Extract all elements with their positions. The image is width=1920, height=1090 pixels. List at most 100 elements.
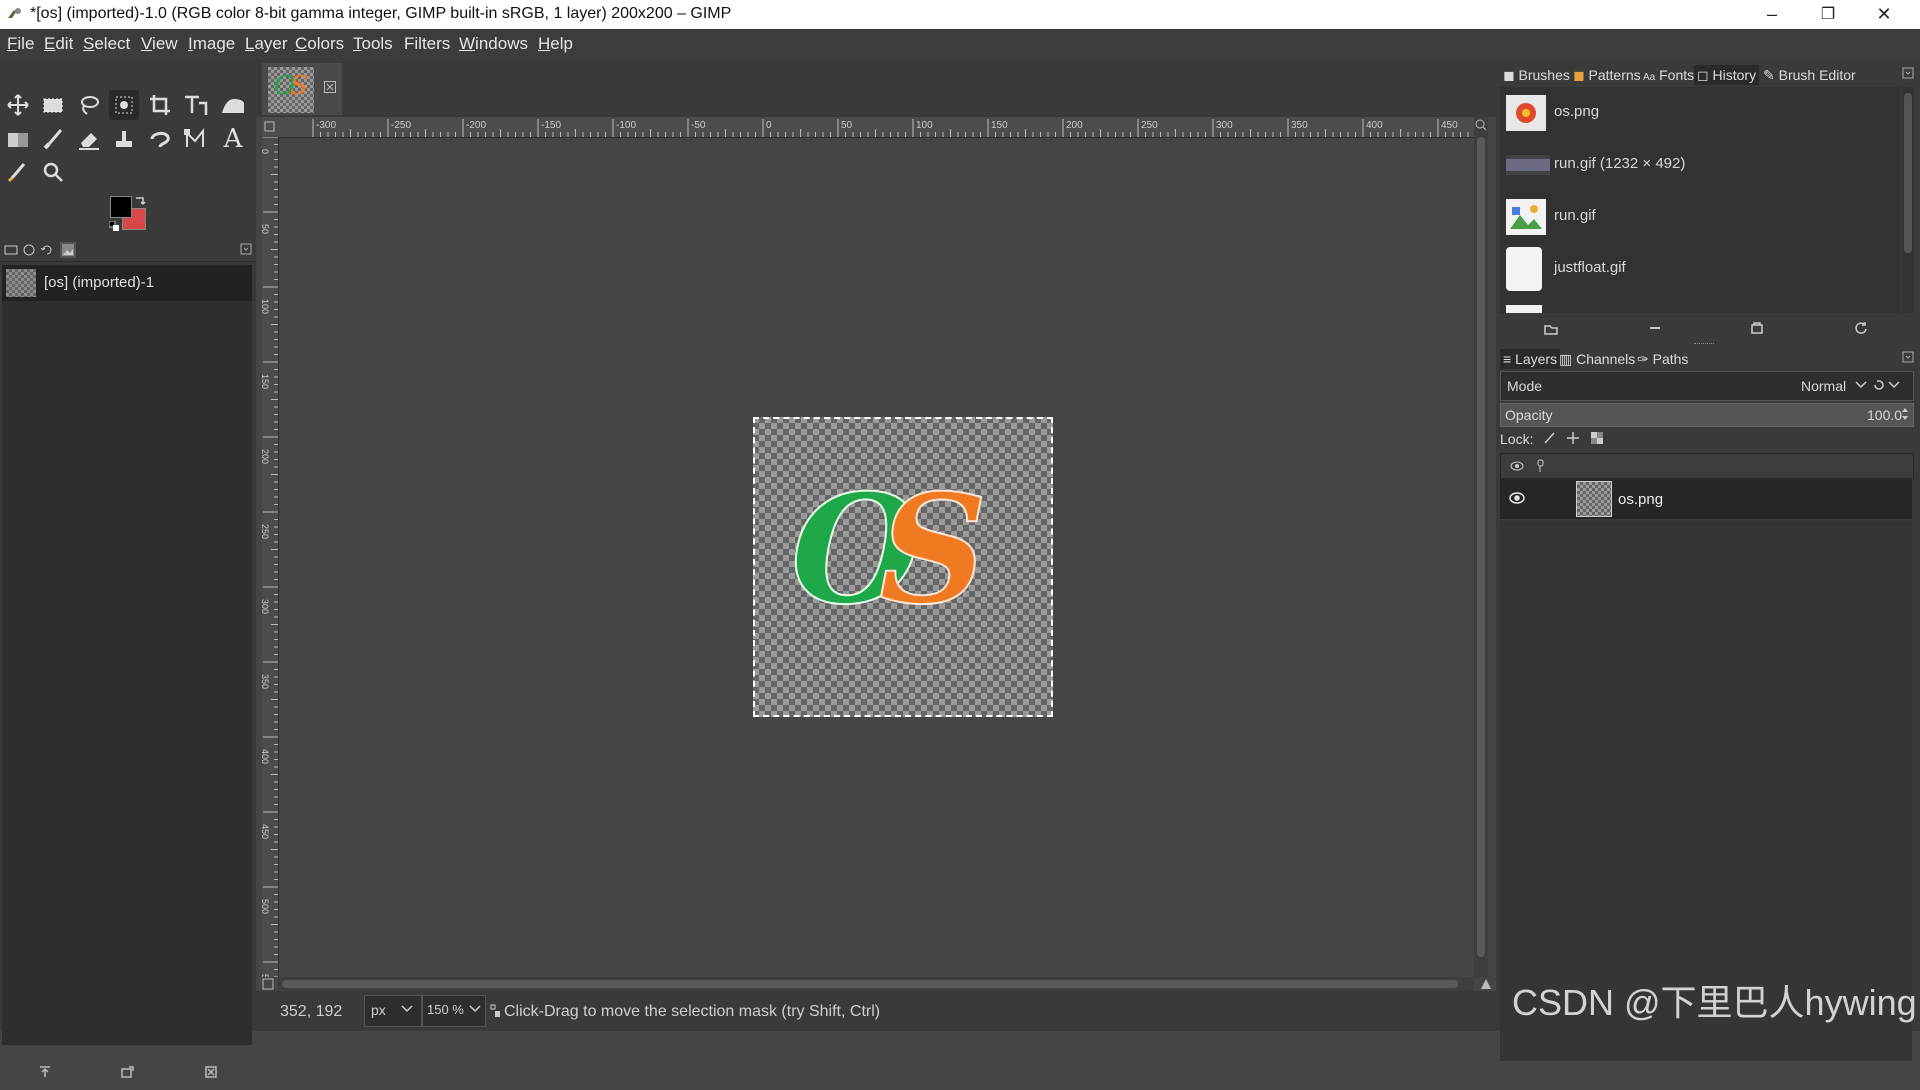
lock-row: Lock: <box>1500 429 1912 449</box>
unified-transform-tool-icon[interactable] <box>180 90 210 120</box>
menu-tools[interactable]: Tools <box>353 34 393 54</box>
menu-image[interactable]: Image <box>188 34 235 54</box>
lasso-tool-icon[interactable] <box>74 90 104 120</box>
smudge-tool-icon[interactable] <box>145 124 175 154</box>
close-button[interactable]: ✕ <box>1856 0 1912 29</box>
paths-tool-icon[interactable] <box>180 124 210 154</box>
vertical-scrollbar-thumb[interactable] <box>1477 137 1485 957</box>
horizontal-scrollbar-thumb[interactable] <box>282 980 1458 988</box>
tab-brushes[interactable]: ◼ Brushes <box>1500 65 1573 85</box>
clear-history-icon[interactable] <box>1750 321 1764 335</box>
refresh-icon[interactable] <box>1854 321 1868 335</box>
menu-view[interactable]: View <box>141 34 178 54</box>
dock-menu-icon[interactable] <box>1902 67 1914 79</box>
images-bottom-buttons <box>0 1059 256 1090</box>
tab-history[interactable]: ◻ History <box>1694 65 1760 85</box>
open-image-icon[interactable] <box>1544 321 1558 335</box>
lock-pixels-icon[interactable] <box>1542 431 1556 445</box>
delete-image-icon[interactable] <box>204 1065 218 1079</box>
menu-select[interactable]: Select <box>83 34 130 54</box>
image-tab[interactable]: O S <box>262 63 342 115</box>
tool-options-tab-icon[interactable] <box>4 243 18 257</box>
zoom-select[interactable]: 150 % <box>422 995 486 1027</box>
visibility-header-icon[interactable] <box>1509 459 1525 473</box>
list-item[interactable]: [os] (imported)-1 <box>2 265 252 301</box>
vertical-ruler[interactable]: 0 50 100 150 200 250 300 350 400 450 500 550 <box>262 137 279 977</box>
dock-menu-icon[interactable] <box>240 243 252 255</box>
history-item-label: os.png <box>1554 103 1600 120</box>
paintbrush-tool-icon[interactable] <box>38 124 68 154</box>
eraser-tool-icon[interactable] <box>74 124 104 154</box>
layer-name: os.png <box>1618 491 1664 508</box>
menu-filters[interactable]: Filters <box>404 34 450 54</box>
new-view-icon[interactable] <box>120 1065 134 1079</box>
canvas-horizontal-scrollbar[interactable] <box>262 977 1491 991</box>
maximize-button[interactable]: ❐ <box>1800 0 1856 29</box>
gradient-tool-icon[interactable] <box>3 124 33 154</box>
mode-label: Mode <box>1507 378 1543 394</box>
rect-select-tool-icon[interactable] <box>38 90 68 120</box>
undo-history-tab-icon[interactable] <box>40 243 54 257</box>
dock-menu-icon[interactable] <box>1902 351 1914 363</box>
color-picker-tool-icon[interactable] <box>3 157 33 187</box>
list-item[interactable]: os.png <box>1500 87 1900 139</box>
default-colors-icon[interactable] <box>109 221 119 231</box>
zoom-select-value: 150 % <box>427 1002 464 1017</box>
menu-layer[interactable]: Layer <box>245 34 288 54</box>
device-status-tab-icon[interactable] <box>22 243 36 257</box>
zoom-fit-icon[interactable] <box>1475 119 1487 131</box>
text-tool-icon[interactable]: A <box>218 124 248 154</box>
image-thumbnail <box>6 269 36 297</box>
remove-entry-icon[interactable] <box>1648 321 1662 335</box>
image-layer-canvas[interactable]: O S <box>753 417 1053 717</box>
menu-help[interactable]: Help <box>538 34 573 54</box>
fuzzy-select-tool-icon[interactable] <box>109 90 139 120</box>
tab-paths[interactable]: ✑ Paths <box>1634 349 1691 369</box>
layer-mode-select[interactable]: Mode Normal <box>1500 371 1914 401</box>
list-item[interactable]: run.gif <box>1500 191 1900 243</box>
layer-row[interactable]: os.png <box>1500 479 1912 519</box>
swap-colors-icon[interactable] <box>134 196 146 206</box>
warp-transform-tool-icon[interactable] <box>218 90 248 120</box>
tab-brush-editor[interactable]: ✎ Brush Editor <box>1760 65 1859 85</box>
clone-tool-icon[interactable] <box>109 124 139 154</box>
minimize-button[interactable]: – <box>1744 0 1800 29</box>
crop-tool-icon[interactable] <box>145 90 175 120</box>
menu-file[interactable]: File <box>7 34 34 54</box>
ruler-corner-icon[interactable] <box>262 117 278 137</box>
unit-select[interactable]: px <box>364 995 422 1027</box>
tab-channels[interactable]: ▥ Channels <box>1556 349 1638 369</box>
list-item[interactable]: justfloat.gif <box>1500 243 1900 295</box>
tab-patterns[interactable]: ◼ Patterns <box>1570 65 1644 85</box>
horizontal-ruler-ticks: -300 -250 -200 -150 -100 -50 0 50 100 150 200 250 30… <box>312 119 1469 137</box>
zoom-tool-icon[interactable] <box>38 157 68 187</box>
spin-arrows-icon[interactable] <box>1901 407 1909 421</box>
opacity-slider[interactable]: Opacity 100.0 <box>1500 403 1914 427</box>
foreground-color-swatch[interactable] <box>110 196 132 218</box>
menu-windows[interactable]: Windows <box>459 34 528 54</box>
list-item[interactable]: run.gif (1232 × 492) <box>1500 139 1900 191</box>
mode-reset-icon[interactable] <box>1873 378 1901 392</box>
lock-position-icon[interactable] <box>1566 431 1580 445</box>
close-tab-icon[interactable] <box>324 81 336 93</box>
history-scrollbar[interactable] <box>1902 87 1914 313</box>
logo-letter-s: S <box>878 462 988 638</box>
quick-mask-toggle-icon[interactable] <box>262 978 274 990</box>
horizontal-ruler[interactable]: -300 -250 -200 -150 -100 -50 0 50 100 150 200 250 30… <box>278 117 1474 138</box>
image-tab-logo-s: S <box>290 71 308 101</box>
images-tab-icon[interactable] <box>60 242 76 258</box>
raise-view-icon[interactable] <box>38 1065 52 1079</box>
move-tool-icon[interactable] <box>3 90 33 120</box>
history-scrollbar-thumb[interactable] <box>1904 93 1912 253</box>
tab-fonts[interactable]: Aa Fonts <box>1640 65 1697 85</box>
mode-value: Normal <box>1801 378 1847 394</box>
chain-header-icon[interactable] <box>1535 459 1547 473</box>
canvas-vertical-scrollbar[interactable] <box>1474 117 1488 977</box>
navigate-icon[interactable] <box>1480 978 1492 990</box>
document-history-list: os.png run.gif (1232 × 492) run.gif just… <box>1500 87 1900 313</box>
tab-layers[interactable]: ≡ Layers <box>1500 349 1561 369</box>
menu-colors[interactable]: Colors <box>295 34 344 54</box>
menu-edit[interactable]: Edit <box>44 34 73 54</box>
eye-icon[interactable] <box>1508 491 1526 505</box>
lock-alpha-icon[interactable] <box>1590 431 1604 445</box>
